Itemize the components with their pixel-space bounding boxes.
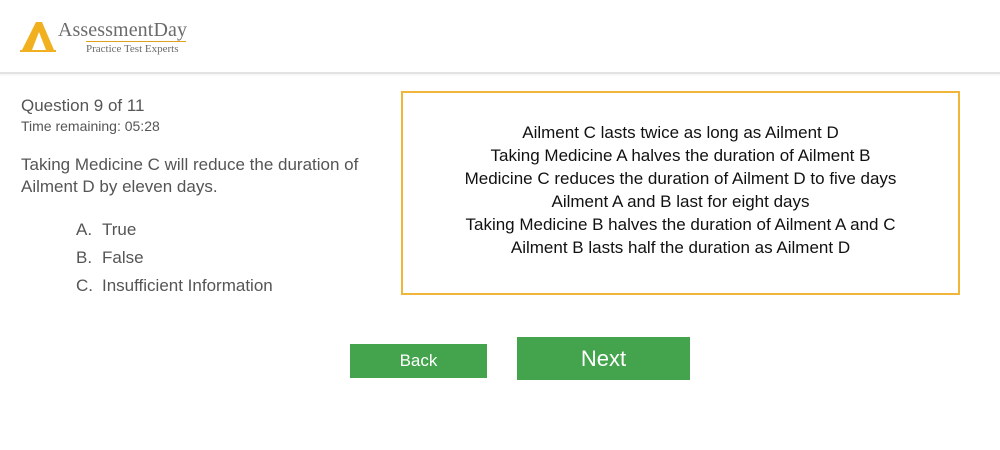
option-true[interactable]: A. True <box>76 216 391 244</box>
back-button[interactable]: Back <box>350 344 487 378</box>
option-label: Insufficient Information <box>102 276 273 295</box>
question-number: Question 9 of 11 <box>21 96 145 115</box>
passage-line: Medicine C reduces the duration of Ailme… <box>464 169 897 188</box>
option-letter: C. <box>76 276 93 295</box>
page-header: AssessmentDay Practice Test Experts <box>0 0 1000 74</box>
passage-text: Ailment C lasts twice as long as Ailment… <box>403 121 958 259</box>
passage-line: Ailment B lasts half the duration as Ail… <box>510 238 851 257</box>
logo-tagline: Practice Test Experts <box>86 41 186 56</box>
answer-options: A. True B. False C. Insufficient Informa… <box>21 216 391 300</box>
option-label: False <box>102 248 144 267</box>
option-label: True <box>102 220 137 239</box>
passage-line: Taking Medicine B halves the duration of… <box>465 215 896 234</box>
passage-line: Ailment A and B last for eight days <box>551 192 810 211</box>
option-letter: A. <box>76 220 93 239</box>
next-button[interactable]: Next <box>517 337 690 380</box>
passage-box: Ailment C lasts twice as long as Ailment… <box>401 91 960 295</box>
question-panel: Question 9 of 11 Time remaining: 05:28 T… <box>21 96 391 300</box>
option-insufficient-information[interactable]: C. Insufficient Information <box>76 272 391 300</box>
passage-line: Ailment C lasts twice as long as Ailment… <box>522 123 839 142</box>
option-false[interactable]: B. False <box>76 244 391 272</box>
option-letter: B. <box>76 248 93 267</box>
letter-a-logo-icon <box>20 22 56 52</box>
assessmentday-logo[interactable]: AssessmentDay Practice Test Experts <box>20 18 187 58</box>
logo-name: AssessmentDay <box>58 19 188 41</box>
logo-text: AssessmentDay Practice Test Experts <box>58 19 187 56</box>
passage-line: Taking Medicine A halves the duration of… <box>490 146 871 165</box>
question-text: Taking Medicine C will reduce the durati… <box>21 155 359 196</box>
time-remaining: Time remaining: 05:28 <box>21 118 160 134</box>
